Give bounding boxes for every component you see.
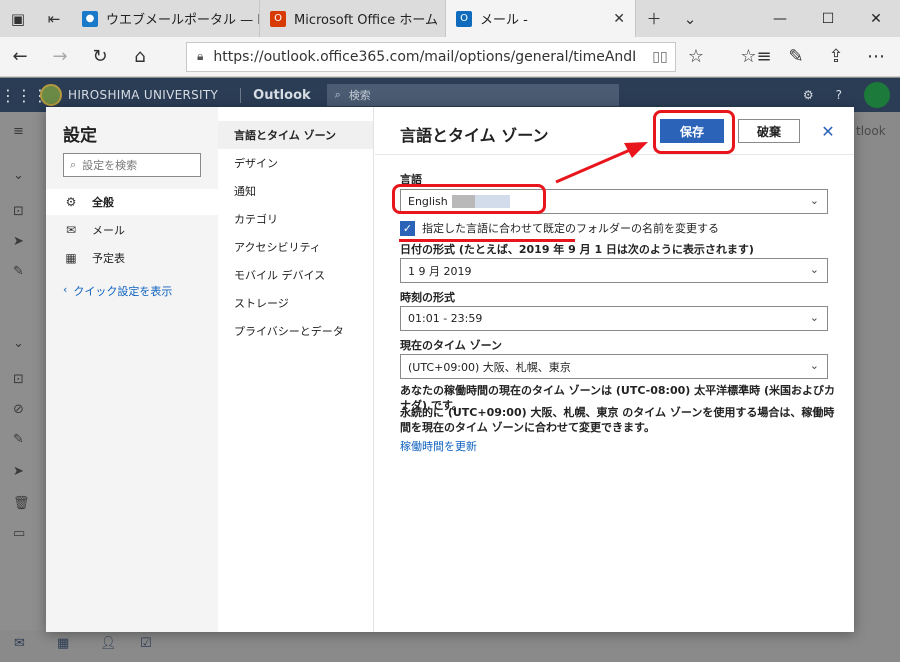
- annotation-arrow: [555, 142, 648, 184]
- arrow-shaft: [555, 148, 631, 184]
